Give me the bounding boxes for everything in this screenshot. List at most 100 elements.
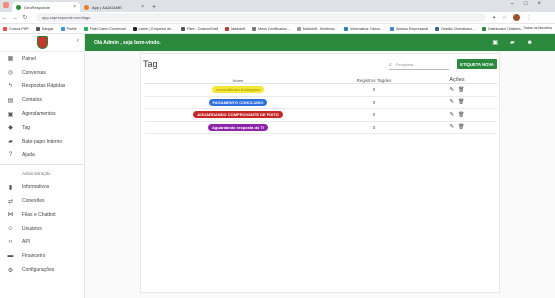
sidebar-item-painel[interactable]: ▦ Painel [0,52,84,66]
bookmark-item[interactable]: Dashboard | Makera... [482,26,524,31]
bookmark-item[interactable]: Files - CodeonShell [180,26,219,31]
extensions-icon[interactable]: ✦ [492,15,496,21]
search-input[interactable]: ⌕ Pesquisar... [389,60,449,70]
bookmark-icon [225,26,230,31]
bookmark-icon [344,26,349,31]
tag-badge: Aguardando resposta do Ti [208,123,268,131]
bookmarks-bar: Cursos PHP Hangar Profile Fidel Carrio Come… [0,24,555,34]
back-icon[interactable]: ← [0,15,10,21]
bookmark-item[interactable]: Hangar [35,26,54,31]
close-icon[interactable]: × [141,4,144,10]
browser-tab-active[interactable]: GeoResponde × [12,2,80,12]
bookmark-item[interactable]: Gestão Cheirabaco... [435,26,475,31]
forward-icon[interactable]: → [10,15,20,21]
col-header-name: Nome [232,77,244,83]
users-icon: ☺ [7,225,14,232]
bookmark-item[interactable]: Fidel Carrio Comercial [83,26,126,31]
sync-icon: ⇄ [7,198,14,205]
table-row: PAGAMENTO CONCLUIDO 0 ✎ 🗑 [145,97,497,109]
actions-cell: ✎ 🗑 [417,99,497,105]
bookmark-item[interactable]: Profile [60,26,77,31]
sidebar-item-filas-e-chatbot[interactable]: ⋈ Filas e Chatbot [0,208,84,222]
bookmark-icon [35,26,40,31]
logo [36,36,48,49]
edit-icon[interactable]: ✎ [450,124,455,130]
tag-count: 0 [372,99,376,105]
sidebar-item-api[interactable]: ‹› API [0,236,84,250]
tab-label: App | AAAGAME [92,4,122,10]
delete-icon[interactable]: 🗑 [458,124,464,130]
bookmark-icon [296,26,301,31]
calendar-icon: ▣ [7,111,14,118]
actions-cell: ✎ 🗑 [417,87,497,93]
sidebar-item-label: Respostas Rápidas [22,83,66,90]
tag-count: 0 [372,112,376,118]
bookmark-item[interactable]: Markdoff - Multimos... [296,26,338,31]
bookmark-label: Cursos PHP [9,26,29,31]
bookmark-label: Leiner | Empresa de... [138,26,174,31]
sidebar-item-bate-papo-interno[interactable]: ▰ Bate-papo Interno [0,135,84,149]
sidebar-item-ajuda[interactable]: ? Ajuda [0,149,84,163]
tag-icon: ◆ [8,125,13,132]
table-row: consultando Instagram 0 ✎ 🗑 [145,84,497,97]
new-tab-icon[interactable]: + [152,4,156,11]
close-icon[interactable]: × [73,4,76,10]
bookmark-label: Fidel Carrio Comercial [89,26,126,31]
tag-name-cell: Aguardando resposta do Ti [145,123,331,131]
bookmark-star-icon[interactable]: ☆ [502,15,506,21]
sidebar-item-label: Conversas [22,69,46,76]
admin-heading: Administração [22,171,51,177]
sidebar-item-label: Configurações [22,267,55,274]
chat-icon: ▰ [8,139,13,146]
sidebar-item-informativos[interactable]: ▮ Informativos [0,180,84,194]
browser-tab[interactable]: App | AAAGAME × [80,2,148,12]
window-controls[interactable]: –□× [511,1,551,7]
profile-icon[interactable] [3,2,9,8]
sidebar-item-configura-es[interactable]: ⚙ Configurações [0,263,84,277]
sidebar-item-respostas-r-pidas[interactable]: ϟ Respostas Rápidas [0,80,84,94]
money-icon: ▬ [7,253,14,260]
sidebar-item-conversas[interactable]: ◎ Conversas [0,66,84,80]
bookmark-item[interactable]: Markdoff [225,26,245,31]
url-field[interactable]: app.zapresponde.com/tags [36,13,486,22]
bookmark-item[interactable]: Meus Certificados... [252,26,290,31]
address-bar: ← → ↻ app.zapresponde.com/tags ✦ ☆ ⋮ [0,12,555,24]
delete-icon[interactable]: 🗑 [458,87,464,93]
reload-icon[interactable]: ↻ [20,14,30,21]
bookmark-item[interactable]: Acesso Empresarial [390,26,428,31]
sidebar-item-financeiro[interactable]: ▬ Financeiro [0,249,84,263]
bookmark-icon [180,26,185,31]
bookmark-item[interactable]: Informática: Dicion... [344,26,383,31]
sidebar-item-tag[interactable]: ◆ Tag [0,121,84,135]
sidebar-item-contatos[interactable]: ▤ Contatos [0,93,84,107]
topbar-icons[interactable]: ▣▰☻ [492,39,545,46]
delete-icon[interactable]: 🗑 [458,99,464,105]
avatar[interactable] [512,14,520,21]
dashboard-icon: ▦ [7,56,14,63]
edit-icon[interactable]: ✎ [450,99,455,105]
new-tag-button[interactable]: ETIQUETA NOVA [457,59,497,69]
flash-icon: ϟ [8,83,13,90]
chevron-left-icon[interactable]: ‹ [77,38,79,44]
sidebar-item-label: Agendamentos [22,111,56,118]
bookmark-item[interactable]: Leiner | Empresa de... [132,26,174,31]
edit-icon[interactable]: ✎ [450,87,455,93]
page-title: Tag [143,59,158,69]
logo-area: ‹ [0,34,84,52]
edit-icon[interactable]: ✎ [450,112,455,118]
tag-badge: PAGAMENTO CONCLUIDO [208,98,268,106]
bookmark-label: Hangar [41,26,54,31]
bookmark-label: Markdoff - Multimos... [302,26,338,31]
search-icon: ⌕ [389,61,392,68]
menu-icon[interactable]: ⋮ [526,15,531,21]
search-placeholder: Pesquisar... [395,62,417,67]
all-bookmarks[interactable]: Todos os favoritos [523,26,552,30]
table-row: Aguardando resposta do Ti 0 ✎ 🗑 [145,122,497,134]
bookmark-item[interactable]: Cursos PHP [3,26,29,31]
delete-icon[interactable]: 🗑 [458,112,464,118]
sidebar-item-agendamentos[interactable]: ▣ Agendamentos [0,107,84,121]
sidebar-item-label: Informativos [22,184,50,191]
sidebar-item-conex-es[interactable]: ⇄ Conexões [0,194,84,208]
sidebar-item-usu-rios[interactable]: ☺ Usuários [0,222,84,236]
bookmark-label: Files - CodeonShell [186,26,219,31]
